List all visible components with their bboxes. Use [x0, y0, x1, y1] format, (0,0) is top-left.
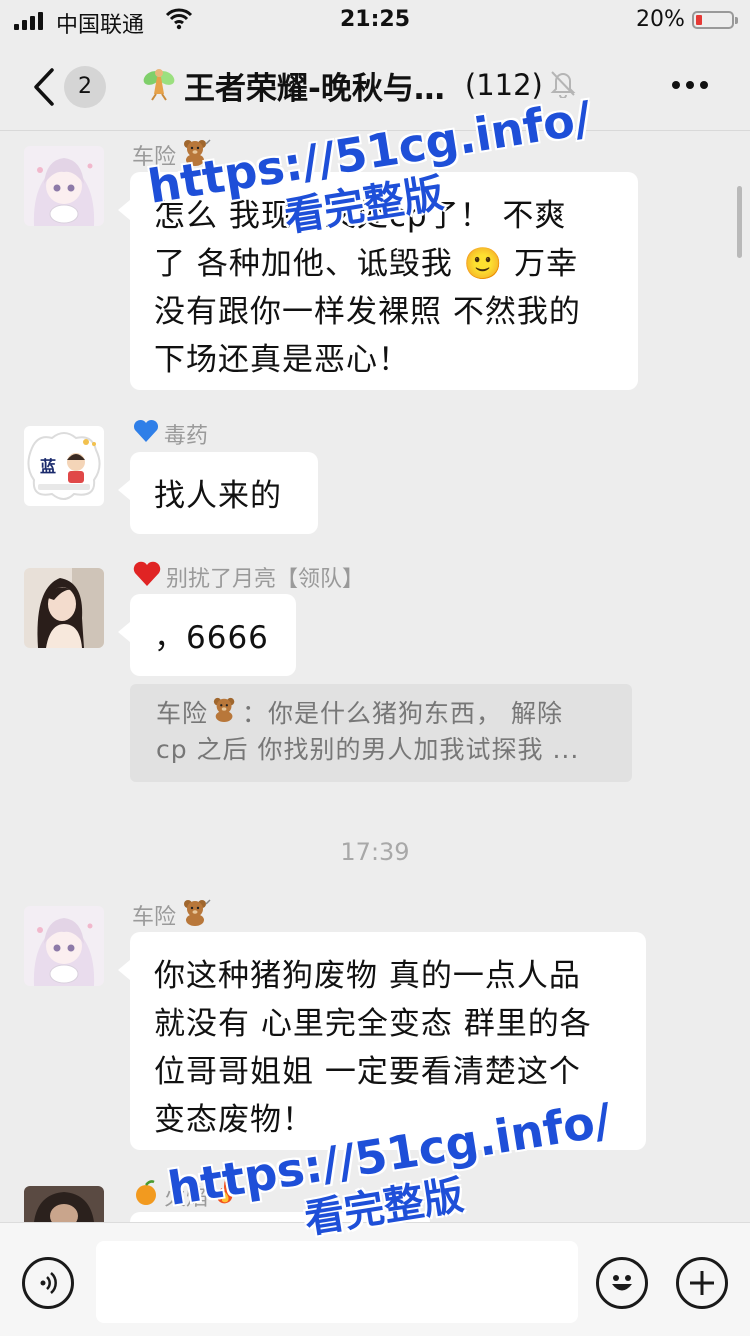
smiley-icon — [612, 1275, 632, 1291]
dot — [672, 81, 680, 89]
teddy-bear-icon — [180, 138, 212, 172]
sender-name: 车险 — [132, 898, 212, 932]
teddy-bear-icon — [180, 898, 212, 932]
message-bubble[interactable]: ，6666 — [118, 594, 296, 676]
avatar-photo[interactable] — [24, 1186, 104, 1222]
quote-text: ：你是什么猪狗东西， 解除 — [242, 699, 563, 728]
message-text: 你这种猪狗废物 真的一点人品 就没有 心里完全变态 群里的各 位哥哥姐姐 一定要… — [154, 958, 592, 1138]
voice-icon — [40, 1272, 57, 1294]
sender-label: 毒药 — [164, 424, 209, 449]
message-bubble[interactable]: 怎么 我现在又处cp了！ 不爽 了 各种加他、诋毁我 🙂 万幸 没有跟你一样发裸… — [118, 172, 638, 390]
sender-name: 火焰 — [132, 1178, 238, 1214]
back-button[interactable]: 2 — [18, 62, 108, 112]
dot — [700, 81, 708, 89]
chevron-left-icon — [34, 68, 54, 106]
message-bubble[interactable]: 找人来的 — [118, 452, 318, 534]
sender-label: 车险 — [132, 905, 177, 930]
chat-title-area[interactable]: 王者荣耀-晚秋与… (112) — [140, 64, 577, 107]
dot — [686, 81, 694, 89]
status-bar: 中国联通 21:25 20% — [0, 0, 750, 42]
svg-text:蓝: 蓝 — [40, 457, 56, 476]
message-bubble[interactable]: 你这种猪狗废物 真的一点人品 就没有 心里完全变态 群里的各 位哥哥姐姐 一定要… — [118, 932, 646, 1150]
mute-bell-icon — [549, 68, 577, 102]
sender-label: 别扰了月亮【领队】 — [166, 567, 365, 592]
message-text: ，6666 — [154, 620, 269, 656]
avatar-cartoon-boy[interactable]: 蓝 — [24, 426, 104, 506]
teddy-bear-icon — [210, 696, 240, 732]
message-text: 怎么 我现在又处cp了！ 不爽 了 各种加他、诋毁我 🙂 万幸 没有跟你一样发裸… — [154, 198, 581, 378]
quote-line-1: 车险 ：你是什么猪狗东西， 解除 — [156, 696, 606, 732]
blue-heart-icon — [132, 418, 160, 450]
message-text: 找人来的 — [154, 478, 282, 514]
sender-name: 车险 — [132, 138, 212, 172]
input-bar — [0, 1222, 750, 1336]
fire-icon — [212, 1178, 238, 1214]
sender-label: 车险 — [132, 145, 177, 170]
quoted-message[interactable]: 车险 ：你是什么猪狗东西， 解除 cp 之后 你找别的男人加我试探我 ... — [130, 684, 632, 782]
avatar-anime-girl[interactable] — [24, 146, 104, 226]
scrollbar[interactable] — [737, 186, 742, 258]
more-options-button[interactable] — [672, 70, 722, 100]
plus-icon — [690, 1271, 714, 1295]
message-input[interactable] — [96, 1241, 578, 1323]
red-heart-icon — [132, 560, 162, 594]
member-count: (112) — [464, 68, 543, 102]
message-bubble[interactable] — [118, 1212, 430, 1260]
time-divider: 17:39 — [340, 838, 410, 866]
avatar-anime-girl[interactable] — [24, 906, 104, 986]
battery-percent: 20% — [636, 7, 685, 32]
voice-input-button[interactable] — [22, 1257, 74, 1309]
sender-name: 别扰了月亮【领队】 — [132, 560, 364, 594]
unread-count-badge: 2 — [64, 66, 106, 108]
battery-icon — [692, 11, 738, 29]
orange-icon — [132, 1179, 160, 1213]
group-title: 王者荣耀-晚秋与… — [184, 70, 445, 107]
fairy-icon — [140, 64, 178, 106]
sender-label: 火焰 — [164, 1186, 209, 1211]
chat-header: 2 王者荣耀-晚秋与… (112) — [0, 42, 750, 131]
avatar-girl-photo[interactable] — [24, 568, 104, 648]
add-more-button[interactable] — [676, 1257, 728, 1309]
quote-author: 车险 — [156, 699, 209, 728]
sender-name: 毒药 — [132, 418, 208, 450]
emoji-button[interactable] — [596, 1257, 648, 1309]
quote-line-2: cp 之后 你找别的男人加我试探我 ... — [156, 735, 580, 764]
